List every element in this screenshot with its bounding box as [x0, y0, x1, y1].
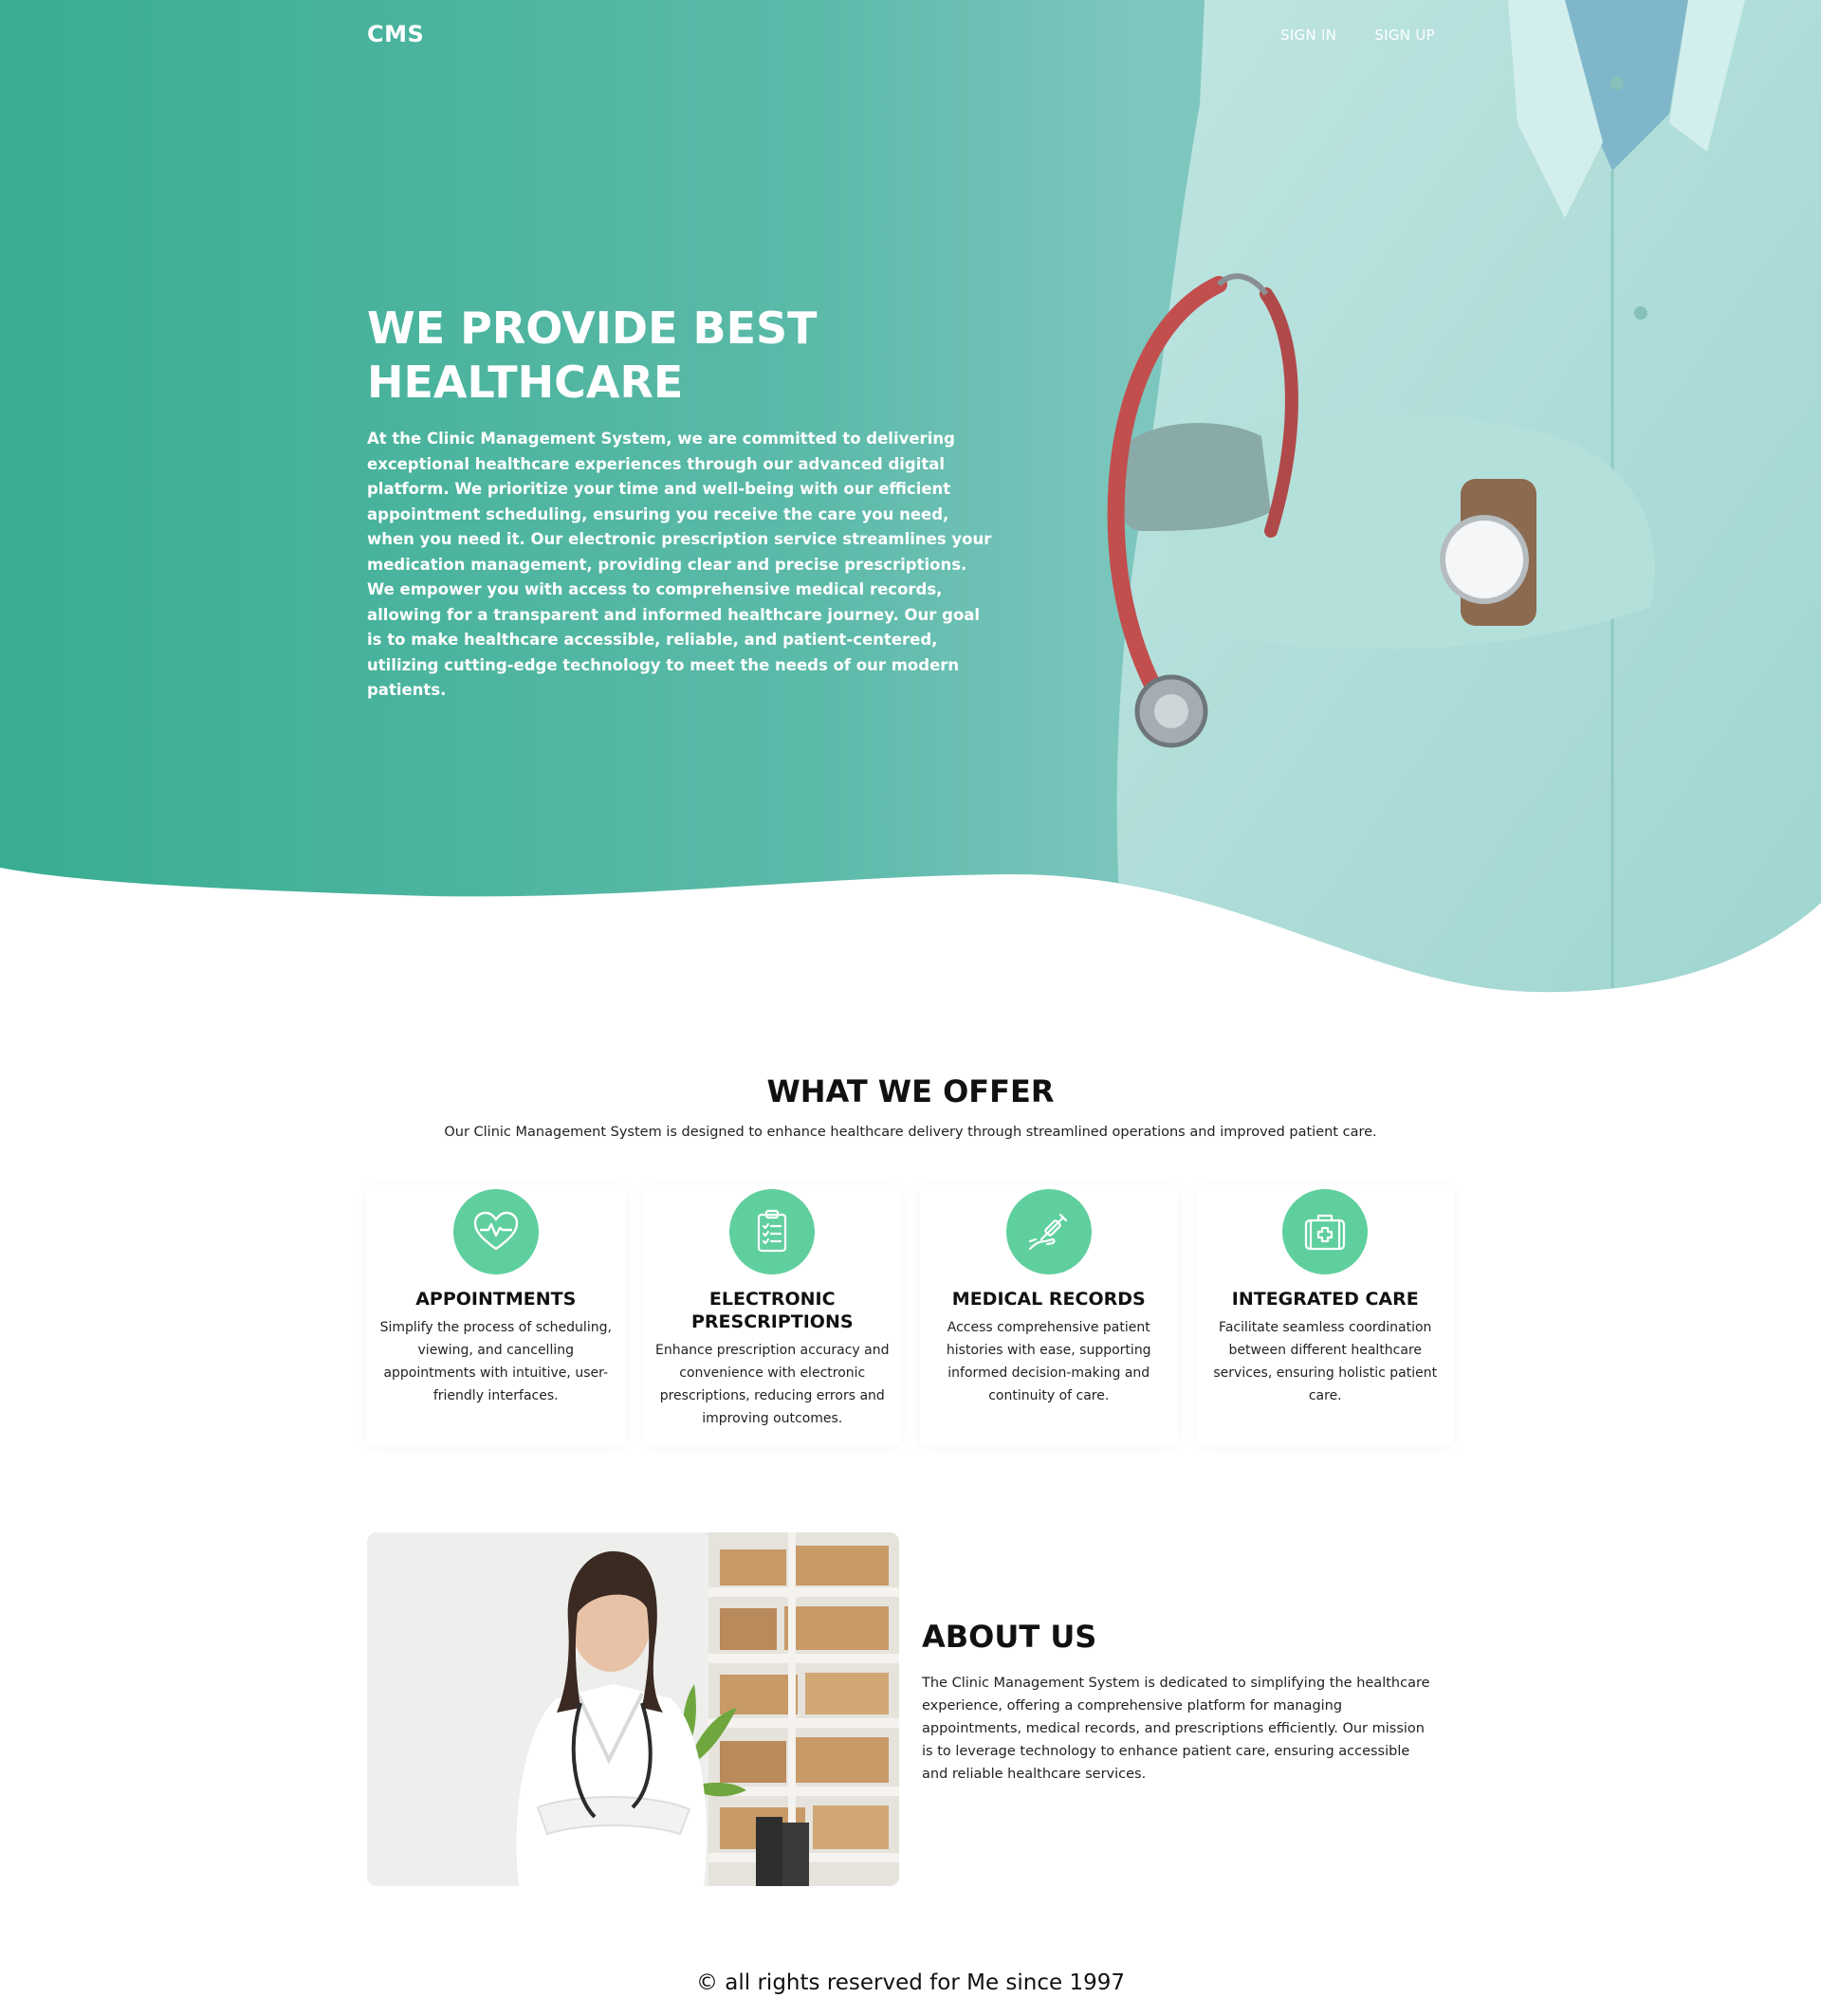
card-title: APPOINTMENTS	[415, 1289, 577, 1310]
card-title: ELECTRONIC PRESCRIPTIONS	[690, 1289, 854, 1332]
doctor-illustration	[1107, 0, 1821, 993]
offer-card-medical-records: MEDICAL RECORDS Access comprehensive pat…	[920, 1185, 1178, 1445]
top-nav: SIGN IN SIGN UP	[1280, 27, 1435, 44]
card-text: Facilitate seamless coordination between…	[1213, 1320, 1438, 1403]
sign-in-link[interactable]: SIGN IN	[1280, 27, 1336, 44]
about-title: ABOUT US	[922, 1619, 1097, 1655]
hero-description: At the Clinic Management System, we are …	[367, 430, 992, 699]
hero-section: CMS SIGN IN SIGN UP WE PROVIDE BEST HEAL…	[0, 0, 1821, 1005]
offer-title: WHAT WE OFFER	[766, 1073, 1055, 1109]
about-photo	[367, 1532, 899, 1886]
sign-up-link[interactable]: SIGN UP	[1374, 27, 1435, 44]
card-text: Enhance prescription accuracy and conven…	[655, 1343, 890, 1426]
card-text: Simplify the process of scheduling, view…	[379, 1320, 612, 1403]
card-title: MEDICAL RECORDS	[951, 1289, 1146, 1310]
clipboard-checklist-icon	[729, 1189, 816, 1274]
card-title: INTEGRATED CARE	[1231, 1289, 1419, 1310]
offer-card-prescriptions: ELECTRONIC PRESCRIPTIONS Enhance prescri…	[643, 1185, 901, 1445]
offer-cards: APPOINTMENTS Simplify the process of sch…	[367, 1185, 1454, 1445]
footer-copyright: © all rights reserved for Me since 1997	[695, 1970, 1126, 1995]
offer-card-appointments: APPOINTMENTS Simplify the process of sch…	[367, 1185, 625, 1445]
offer-card-integrated-care: INTEGRATED CARE Facilitate seamless coor…	[1196, 1185, 1454, 1445]
offer-subtitle: Our Clinic Management System is designed…	[444, 1125, 1377, 1140]
first-aid-kit-icon	[1282, 1189, 1369, 1274]
about-description: The Clinic Management System is dedicate…	[922, 1676, 1430, 1782]
logo[interactable]: CMS	[367, 21, 424, 47]
card-text: Access comprehensive patient histories w…	[946, 1320, 1151, 1403]
hero-title: WE PROVIDE BEST HEALTHCARE	[367, 302, 818, 408]
heart-pulse-icon	[452, 1189, 539, 1274]
hand-syringe-icon	[1005, 1189, 1092, 1274]
